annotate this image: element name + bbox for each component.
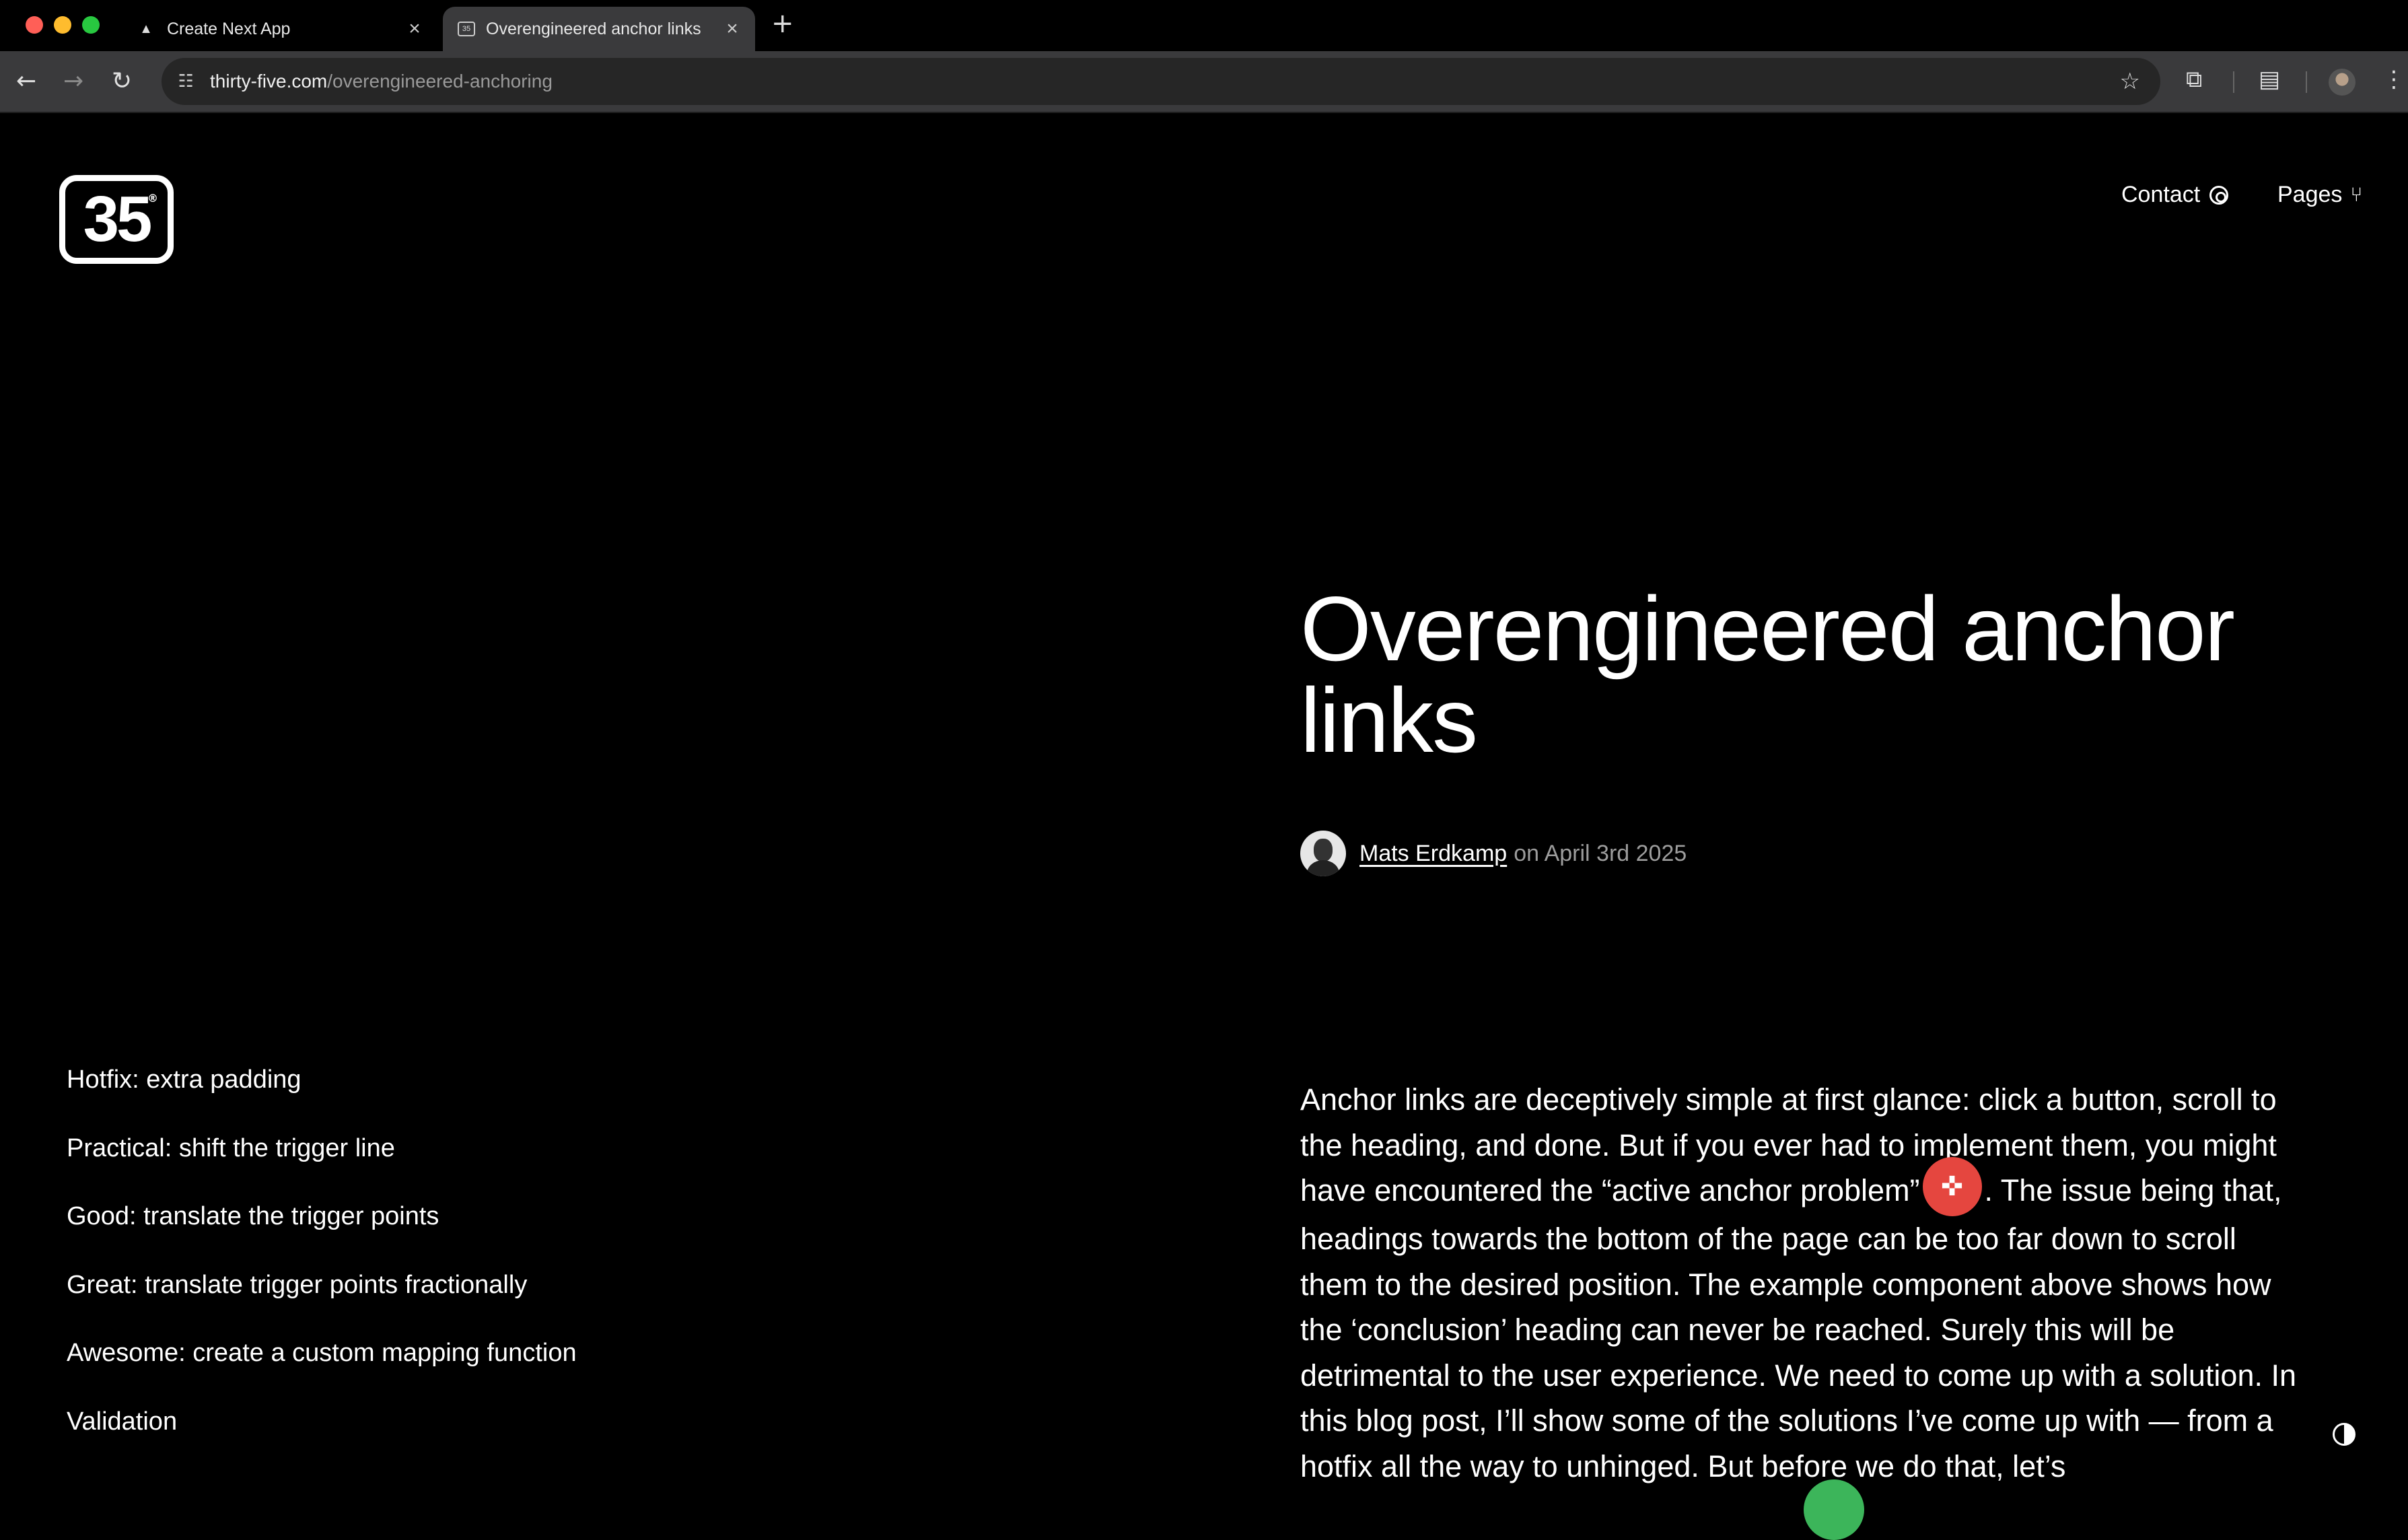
toc-item-good[interactable]: Good: translate the trigger points: [67, 1201, 577, 1270]
close-icon[interactable]: ×: [719, 18, 746, 40]
inline-green-badge[interactable]: [1804, 1479, 1864, 1540]
author-avatar: [1300, 831, 1346, 876]
browser-tab-bar: ▲ Create Next App × 35 Overengineered an…: [0, 0, 2408, 51]
tab-overengineered-anchor-links[interactable]: 35 Overengineered anchor links ×: [443, 7, 755, 51]
forward-arrow-icon[interactable]: →: [63, 67, 83, 95]
more-menu-icon[interactable]: ⋮: [2382, 66, 2405, 93]
toc-item-hotfix[interactable]: Hotfix: extra padding: [67, 1065, 577, 1133]
site-logo[interactable]: 35 ®: [59, 175, 174, 264]
table-of-contents: Hotfix: extra padding Practical: shift t…: [67, 1065, 577, 1475]
fork-icon: ⑂: [2350, 183, 2363, 206]
toc-item-great[interactable]: Great: translate trigger points fraction…: [67, 1270, 577, 1339]
article-intro-paragraph: Anchor links are deceptively simple at f…: [1300, 1077, 2310, 1489]
tab-title: Overengineered anchor links: [486, 19, 701, 38]
side-panel-icon[interactable]: ▤: [2259, 66, 2280, 93]
registered-mark: ®: [147, 192, 158, 205]
nav-contact-label: Contact: [2121, 182, 2201, 207]
triangle-icon: ▲: [139, 21, 153, 36]
toolbar-divider: [2306, 71, 2307, 93]
toolbar-divider: [2233, 71, 2234, 93]
url-path: /overengineered-anchoring: [327, 71, 553, 92]
tab-create-next-app[interactable]: ▲ Create Next App ×: [128, 7, 437, 51]
close-icon[interactable]: ×: [401, 18, 428, 40]
new-tab-button[interactable]: +: [771, 8, 794, 39]
url-host: thirty-five.com: [210, 71, 328, 92]
page-content: 35 ® Contact Pages ⑂ Overengineered anch…: [0, 113, 2408, 1500]
toc-item-validation[interactable]: Validation: [67, 1407, 577, 1475]
article-title: Overengineered anchor links: [1300, 578, 2235, 771]
extensions-icon[interactable]: ⧉: [2186, 66, 2202, 93]
toc-item-awesome[interactable]: Awesome: create a custom mapping functio…: [67, 1338, 577, 1407]
site-favicon-icon: 35: [458, 22, 475, 36]
publish-date: on April 3rd 2025: [1514, 840, 1687, 866]
address-bar[interactable]: ☷ thirty-five.com /overengineered-anchor…: [162, 58, 2160, 105]
target-icon: [2209, 185, 2229, 205]
theme-toggle-icon[interactable]: [2333, 1423, 2356, 1446]
back-arrow-icon[interactable]: ←: [16, 67, 36, 95]
reload-icon[interactable]: ↻: [112, 67, 132, 95]
profile-avatar[interactable]: [2329, 69, 2356, 96]
toc-item-practical[interactable]: Practical: shift the trigger line: [67, 1133, 577, 1202]
intro-text-end: . The issue being that, headings towards…: [1300, 1173, 2297, 1483]
gamepad-icon[interactable]: ✜: [1922, 1157, 1982, 1217]
nav-pages-label: Pages: [2277, 182, 2343, 207]
close-window-button[interactable]: [26, 16, 43, 34]
article-byline: Mats Erdkamp on April 3rd 2025: [1300, 831, 1687, 876]
nav-pages[interactable]: Pages ⑂: [2277, 182, 2362, 208]
nav-contact[interactable]: Contact: [2121, 182, 2229, 208]
browser-toolbar: ← → ↻ ☷ thirty-five.com /overengineered-…: [0, 51, 2408, 113]
maximize-window-button[interactable]: [82, 16, 100, 34]
tab-title: Create Next App: [167, 19, 291, 38]
minimize-window-button[interactable]: [54, 16, 71, 34]
logo-text: 35: [83, 183, 153, 255]
site-settings-icon[interactable]: ☷: [174, 71, 198, 92]
bookmark-star-icon[interactable]: ☆: [2120, 68, 2140, 95]
author-link[interactable]: Mats Erdkamp: [1359, 841, 1507, 867]
